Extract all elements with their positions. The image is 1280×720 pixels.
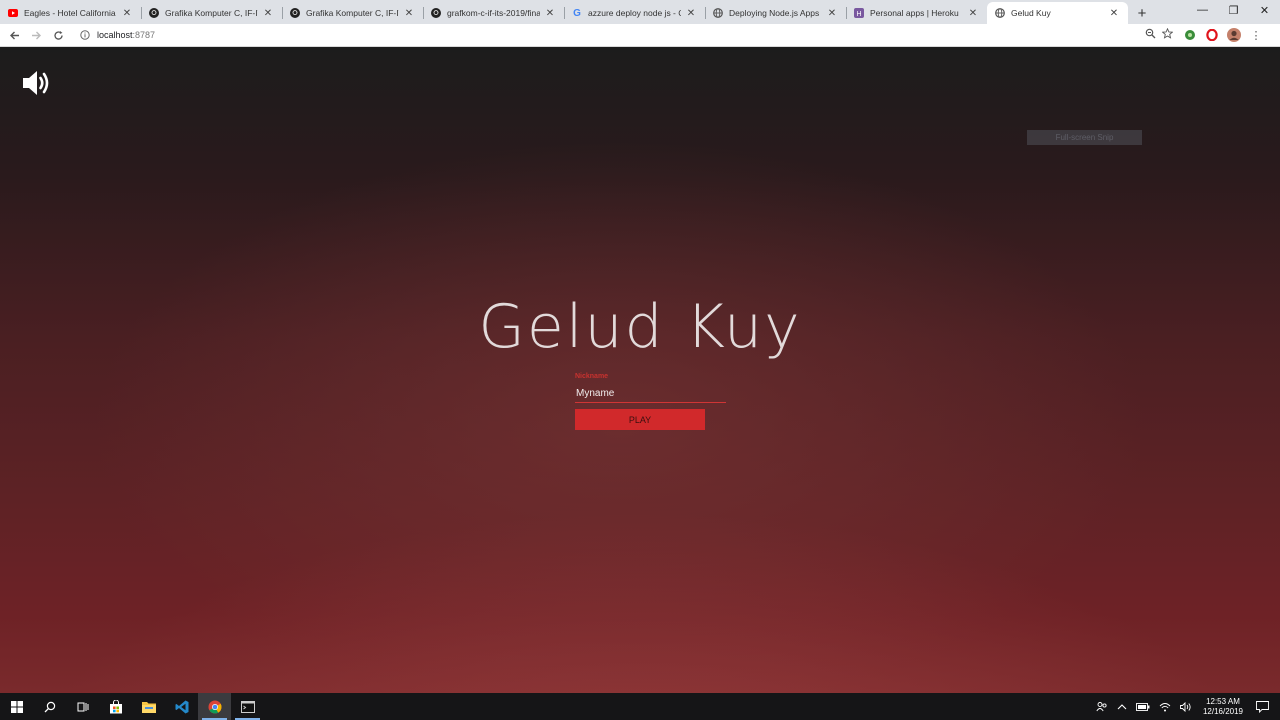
arrow-right-icon xyxy=(31,31,41,39)
notification-center-icon[interactable] xyxy=(1252,700,1272,713)
windows-icon xyxy=(10,700,23,713)
speaker-icon[interactable] xyxy=(20,67,52,99)
url-host: localhost xyxy=(97,30,133,40)
snip-overlay-label: Full-screen Snip xyxy=(1027,130,1142,145)
tab-heroku[interactable]: H Personal apps | Heroku ✕ xyxy=(846,2,987,24)
arrow-left-icon xyxy=(9,31,19,39)
reload-icon xyxy=(53,30,63,40)
login-form: Nickname PLAY xyxy=(575,373,727,430)
minimize-button[interactable]: — xyxy=(1187,0,1218,20)
close-icon[interactable]: ✕ xyxy=(1108,8,1120,19)
url-port: :8787 xyxy=(132,30,156,40)
address-bar[interactable]: localhost:8787 xyxy=(77,26,1177,45)
info-icon[interactable] xyxy=(77,30,93,40)
terminal-button[interactable] xyxy=(231,693,264,720)
svg-text:H: H xyxy=(856,11,861,18)
game-viewport: Full-screen Snip Gelud Kuy Nickname PLAY xyxy=(0,47,1280,693)
close-icon[interactable]: ✕ xyxy=(685,8,697,19)
system-tray: 12:53 AM 12/16/2019 xyxy=(1096,693,1280,720)
tab-gelud-kuy[interactable]: Gelud Kuy ✕ xyxy=(987,2,1128,24)
close-icon[interactable]: ✕ xyxy=(967,8,979,19)
tab-title: Gelud Kuy xyxy=(1011,8,1051,18)
wifi-icon[interactable] xyxy=(1159,702,1171,712)
battery-icon[interactable] xyxy=(1136,702,1150,711)
tab-grafkom-final[interactable]: grafkom-c-if-its-2019/final ✕ xyxy=(423,2,564,24)
extension-icon[interactable] xyxy=(1183,28,1197,42)
close-icon[interactable]: ✕ xyxy=(262,8,274,19)
nickname-label: Nickname xyxy=(575,373,609,380)
back-button[interactable] xyxy=(3,24,25,46)
github-icon xyxy=(431,8,441,18)
start-button[interactable] xyxy=(0,693,33,720)
restore-button[interactable]: ❐ xyxy=(1218,0,1249,20)
heroku-icon: H xyxy=(854,8,864,18)
page-title: Gelud Kuy xyxy=(478,292,802,362)
close-icon[interactable]: ✕ xyxy=(826,8,838,19)
search-button[interactable] xyxy=(33,693,66,720)
globe-icon xyxy=(995,8,1005,18)
tab-title: azzure deploy node js - Goo xyxy=(588,8,681,18)
opera-icon[interactable] xyxy=(1205,28,1219,42)
google-icon: G xyxy=(573,7,581,19)
bookmark-star-icon[interactable] xyxy=(1161,26,1174,44)
url-text: localhost:8787 xyxy=(97,30,155,40)
tab-deploying-node[interactable]: Deploying Node.js Apps on ✕ xyxy=(705,2,846,24)
file-explorer-button[interactable] xyxy=(132,693,165,720)
close-window-button[interactable]: ✕ xyxy=(1249,0,1280,20)
globe-icon xyxy=(713,8,723,18)
zoom-icon[interactable] xyxy=(1145,26,1156,44)
folder-icon xyxy=(141,701,156,713)
tab-google-search[interactable]: G azzure deploy node js - Goo ✕ xyxy=(564,2,705,24)
chrome-icon xyxy=(208,700,221,713)
github-icon xyxy=(290,8,300,18)
tab-grafika-1[interactable]: Grafika Komputer C, IF-ITS ✕ xyxy=(141,2,282,24)
avatar[interactable] xyxy=(1227,28,1241,42)
nickname-input[interactable] xyxy=(575,387,726,403)
youtube-icon xyxy=(8,8,18,18)
new-tab-button[interactable]: + xyxy=(1128,2,1156,24)
forward-button[interactable] xyxy=(25,24,47,46)
tab-grafika-2[interactable]: Grafika Komputer C, IF-ITS ✕ xyxy=(282,2,423,24)
tab-title: Grafika Komputer C, IF-ITS xyxy=(306,8,399,18)
taskbar-clock[interactable]: 12:53 AM 12/16/2019 xyxy=(1203,697,1243,717)
tab-title: Grafika Komputer C, IF-ITS xyxy=(165,8,258,18)
vscode-icon xyxy=(175,700,188,713)
browser-tab-strip: Eagles - Hotel California (Li ✕ Grafika … xyxy=(0,0,1280,24)
close-icon[interactable]: ✕ xyxy=(121,8,133,19)
vscode-button[interactable] xyxy=(165,693,198,720)
clock-date: 12/16/2019 xyxy=(1202,706,1243,716)
tab-eagles[interactable]: Eagles - Hotel California (Li ✕ xyxy=(0,2,141,24)
volume-icon[interactable] xyxy=(1180,701,1192,712)
chevron-up-icon[interactable] xyxy=(1117,703,1127,711)
store-button[interactable] xyxy=(99,693,132,720)
people-icon[interactable] xyxy=(1096,701,1108,713)
browser-toolbar: localhost:8787 ⋮ xyxy=(0,24,1280,47)
windows-taskbar: 12:53 AM 12/16/2019 xyxy=(0,693,1280,720)
menu-dots-icon[interactable]: ⋮ xyxy=(1249,28,1263,42)
terminal-icon xyxy=(240,700,255,713)
github-icon xyxy=(149,8,159,18)
search-icon xyxy=(44,701,55,712)
tab-title: Eagles - Hotel California (Li xyxy=(24,8,117,18)
window-controls: — ❐ ✕ xyxy=(1187,0,1280,24)
tab-title: Deploying Node.js Apps on xyxy=(729,8,822,18)
play-button[interactable]: PLAY xyxy=(575,409,705,430)
close-icon[interactable]: ✕ xyxy=(403,8,415,19)
reload-button[interactable] xyxy=(47,24,69,46)
store-icon xyxy=(109,699,122,713)
chrome-button[interactable] xyxy=(198,693,231,720)
clock-time: 12:53 AM xyxy=(1206,696,1240,706)
close-icon[interactable]: ✕ xyxy=(544,8,556,19)
tab-title: Personal apps | Heroku xyxy=(870,8,959,18)
tab-title: grafkom-c-if-its-2019/final xyxy=(447,8,540,18)
task-view-icon xyxy=(77,702,88,711)
task-view-button[interactable] xyxy=(66,693,99,720)
